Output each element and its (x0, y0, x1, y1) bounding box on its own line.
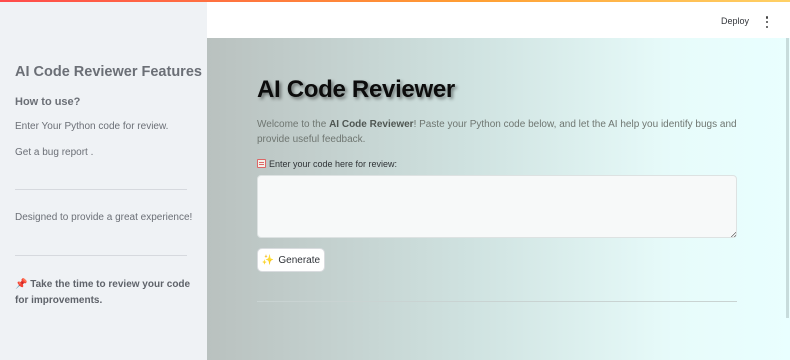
code-input-label: Enter your code here for review: (257, 159, 397, 169)
welcome-text: Welcome to the AI Code Reviewer! Paste y… (257, 117, 737, 147)
page-title: AI Code Reviewer (257, 76, 455, 103)
sidebar-experience-text: Designed to provide a great experience! (15, 212, 193, 223)
welcome-bold: AI Code Reviewer (329, 119, 414, 130)
sidebar-step-2: Get a bug report . (15, 147, 94, 158)
content-divider (257, 301, 737, 302)
sidebar-tip: 📌 Take the time to review your code for … (15, 277, 195, 309)
resize-handle-icon[interactable] (731, 232, 736, 237)
sidebar-step-1: Enter Your Python code for review. (15, 121, 169, 132)
pushpin-icon: 📌 (15, 279, 28, 290)
sidebar: AI Code Reviewer Features How to use? En… (0, 0, 207, 360)
code-input-label-text: Enter your code here for review: (269, 159, 398, 169)
code-input[interactable] (257, 175, 737, 238)
sidebar-title: AI Code Reviewer Features (15, 64, 202, 80)
deploy-button[interactable]: Deploy (721, 16, 749, 26)
main-content: AI Code Reviewer Welcome to the AI Code … (207, 38, 790, 360)
generate-button[interactable]: ✨ Generate (257, 248, 325, 272)
how-to-heading: How to use? (15, 96, 81, 108)
app-header: Deploy (207, 2, 790, 38)
kebab-menu-icon[interactable] (764, 16, 770, 28)
welcome-prefix: Welcome to the (257, 119, 330, 130)
memo-icon (257, 159, 266, 168)
sidebar-divider (15, 255, 187, 256)
sparkles-icon: ✨ (261, 254, 275, 266)
scrollbar[interactable] (786, 38, 789, 318)
sidebar-tip-text: Take the time to review your code for im… (15, 279, 191, 306)
sidebar-divider (15, 189, 187, 190)
top-accent-line (0, 0, 790, 2)
generate-button-label: Generate (278, 254, 321, 266)
